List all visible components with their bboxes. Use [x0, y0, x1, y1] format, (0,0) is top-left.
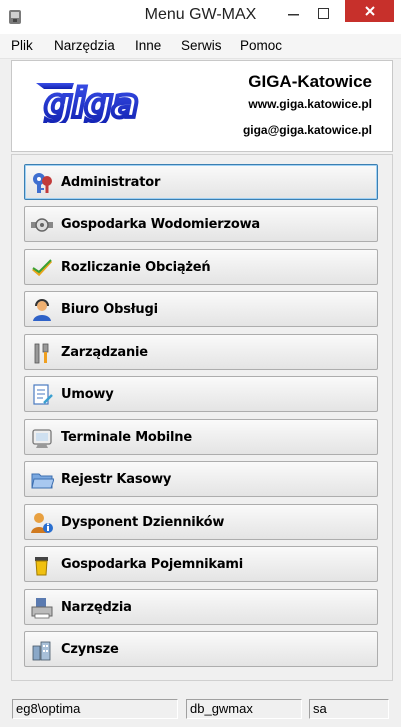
czynsze-button[interactable]: Czynsze	[24, 631, 378, 667]
container-icon	[35, 557, 48, 576]
minimize-button[interactable]	[282, 0, 306, 28]
status-user: sa	[309, 699, 389, 719]
menu-serwis[interactable]: Serwis	[181, 38, 222, 53]
logo-text: giga	[44, 81, 138, 123]
company-website: www.giga.katowice.pl	[248, 97, 372, 111]
company-name: GIGA-Katowice	[248, 72, 372, 91]
umowy-label: Umowy	[61, 387, 114, 402]
tools-icon	[34, 343, 49, 364]
modules-panel: Administrator Gospodarka Wodomierzowa Ro…	[11, 154, 393, 681]
rejestr-kasowy-button[interactable]: Rejestr Kasowy	[24, 461, 378, 497]
status-database: db_gwmax	[186, 699, 302, 719]
administrator-label: Administrator	[61, 175, 161, 190]
close-button[interactable]	[345, 0, 394, 22]
close-icon	[364, 6, 375, 16]
status-server: eg8\optima	[12, 699, 178, 719]
rozliczanie-obciazen-button[interactable]: Rozliczanie Obciążeń	[24, 249, 378, 285]
umowy-button[interactable]: Umowy	[24, 376, 378, 412]
rejestr-kasowy-label: Rejestr Kasowy	[61, 472, 172, 487]
document-icon	[33, 384, 53, 405]
menu-plik[interactable]: Plik	[11, 38, 33, 53]
biuro-obslugi-button[interactable]: Biuro Obsługi	[24, 291, 378, 327]
menu-pomoc[interactable]: Pomoc	[240, 38, 282, 53]
menu-bar: Plik Narzędzia Inne Serwis Pomoc	[0, 34, 401, 59]
keys-icon	[33, 173, 52, 193]
status-bar: eg8\optima db_gwmax sa	[0, 695, 401, 727]
water-meter-icon	[31, 218, 53, 232]
user-info-icon	[31, 513, 53, 533]
menu-inne[interactable]: Inne	[135, 38, 161, 53]
buildings-icon	[32, 641, 51, 661]
company-email: giga@giga.katowice.pl	[242, 123, 372, 137]
gospodarka-wodomierzowa-label: Gospodarka Wodomierzowa	[61, 217, 260, 232]
gospodarka-pojemnikami-button[interactable]: Gospodarka Pojemnikami	[24, 546, 378, 582]
rozliczanie-obciazen-label: Rozliczanie Obciążeń	[61, 260, 211, 275]
title-bar[interactable]: Menu GW-MAX	[0, 0, 401, 34]
gospodarka-pojemnikami-label: Gospodarka Pojemnikami	[61, 557, 244, 572]
zarzadzanie-label: Zarządzanie	[61, 345, 148, 360]
maximize-icon	[318, 8, 329, 19]
checkmark-icon	[32, 259, 53, 277]
narzedzia-button[interactable]: Narzędzia	[24, 589, 378, 625]
biuro-obslugi-label: Biuro Obsługi	[61, 302, 158, 317]
dysponent-dziennikow-label: Dysponent Dzienników	[61, 515, 225, 530]
maximize-button[interactable]	[312, 0, 336, 28]
terminale-mobilne-button[interactable]: Terminale Mobilne	[24, 419, 378, 455]
menu-narzedzia[interactable]: Narzędzia	[54, 38, 115, 53]
headset-user-icon	[33, 299, 51, 321]
company-header: giga GIGA-Katowice www.giga.katowice.pl …	[11, 60, 393, 152]
printer-icon	[31, 598, 53, 619]
narzedzia-label: Narzędzia	[61, 600, 132, 615]
zarzadzanie-button[interactable]: Zarządzanie	[24, 334, 378, 370]
dysponent-dziennikow-button[interactable]: Dysponent Dzienników	[24, 504, 378, 540]
gospodarka-wodomierzowa-button[interactable]: Gospodarka Wodomierzowa	[24, 206, 378, 242]
administrator-button[interactable]: Administrator	[24, 164, 378, 200]
app-icon[interactable]	[7, 8, 23, 26]
giga-logo: giga	[36, 79, 141, 123]
mobile-terminal-icon	[32, 429, 52, 448]
minimize-icon	[288, 14, 299, 16]
folder-icon	[31, 473, 54, 489]
terminale-mobilne-label: Terminale Mobilne	[61, 430, 192, 445]
czynsze-label: Czynsze	[61, 642, 119, 657]
window-title: Menu GW-MAX	[144, 6, 257, 23]
